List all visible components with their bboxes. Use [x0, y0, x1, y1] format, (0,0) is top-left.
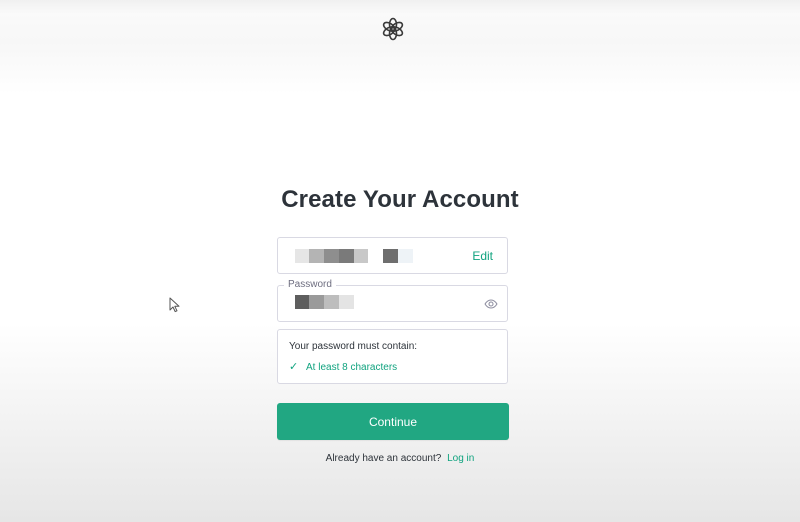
login-prompt: Already have an account? Log in [0, 453, 800, 464]
email-field[interactable]: Edit [277, 237, 508, 274]
continue-button[interactable]: Continue [277, 403, 509, 440]
password-requirement-label: At least 8 characters [306, 362, 398, 373]
check-icon: ✓ [289, 361, 299, 373]
password-requirements-box: Your password must contain: ✓ At least 8 … [277, 329, 508, 384]
openai-logo-icon [382, 17, 404, 41]
login-link[interactable]: Log in [447, 453, 474, 464]
password-field[interactable]: Password [277, 279, 508, 322]
password-requirement-item: ✓ At least 8 characters [289, 360, 397, 373]
login-prompt-text: Already have an account? [325, 453, 442, 464]
password-requirements-heading: Your password must contain: [289, 341, 418, 352]
eye-icon[interactable] [484, 297, 498, 311]
page-title: Create Your Account [281, 186, 519, 213]
password-label: Password [284, 279, 336, 290]
edit-email-link[interactable]: Edit [472, 249, 493, 263]
top-shade [0, 0, 800, 14]
mouse-cursor-icon [169, 297, 180, 313]
